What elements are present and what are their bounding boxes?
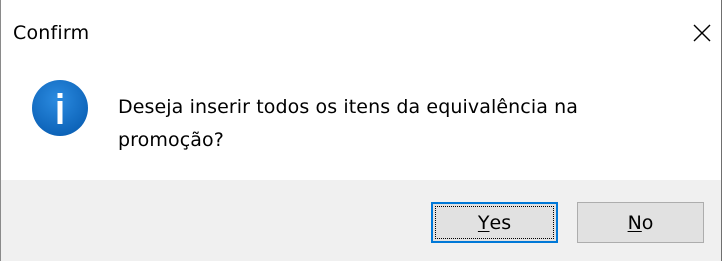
no-button[interactable]: No [577,202,704,243]
message-line-2: promoção? [118,129,224,151]
dialog-title: Confirm [13,22,90,44]
title-bar[interactable]: Confirm [1,0,721,66]
dialog-content: Deseja inserir todos os itens da equival… [1,66,721,180]
message-line-1: Deseja inserir todos os itens da equival… [118,96,578,118]
info-icon [32,80,88,136]
confirm-dialog: Confirm Deseja inserir todos os itens da… [0,0,722,261]
yes-mnemonic: Y [477,211,490,234]
yes-label-rest: es [489,211,512,234]
yes-button[interactable]: Yes [431,202,558,243]
no-mnemonic: N [627,211,642,234]
close-button[interactable] [685,16,719,50]
button-bar: Yes No [1,180,721,261]
no-label-rest: o [641,211,654,234]
close-icon [693,24,711,42]
dialog-message: Deseja inserir todos os itens da equival… [118,91,678,157]
